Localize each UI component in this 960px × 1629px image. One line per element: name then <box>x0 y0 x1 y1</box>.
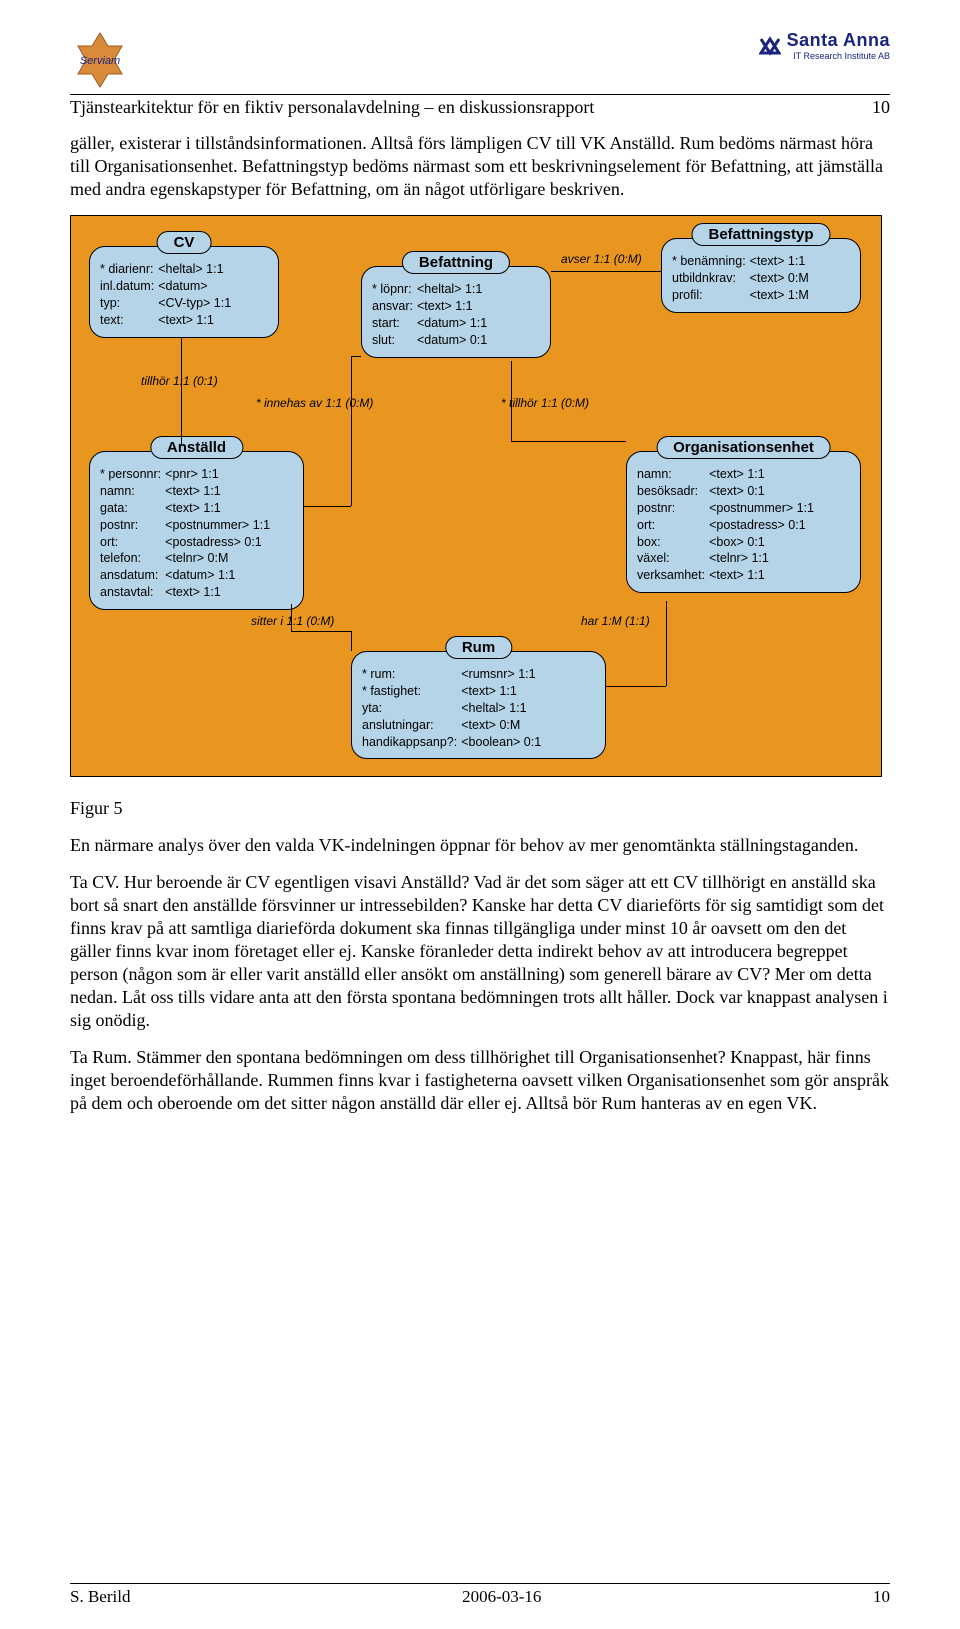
entity-rum-title: Rum <box>445 636 512 659</box>
header-divider <box>70 94 890 95</box>
footer-page: 10 <box>873 1587 890 1607</box>
intro-paragraph: gäller, existerar i tillståndsinformatio… <box>70 132 890 201</box>
figure-label: Figur 5 <box>70 797 890 820</box>
paragraph-3: Ta CV. Hur beroende är CV egentligen vis… <box>70 871 890 1032</box>
serviam-logo-icon: Serviam <box>70 30 130 90</box>
rel-sitter: sitter i 1:1 (0:M) <box>251 614 334 628</box>
rel-avser: avser 1:1 (0:M) <box>561 252 642 266</box>
entity-befattningstyp: Befattningstyp * benämning:<text> 1:1 ut… <box>661 238 861 313</box>
santa-anna-sub: IT Research Institute AB <box>787 51 890 61</box>
entity-organisationsenhet: Organisationsenhet namn:<text> 1:1 besök… <box>626 451 861 593</box>
er-diagram: CV * diarienr:<heltal> 1:1 inl.datum:<da… <box>70 215 882 777</box>
entity-befattningstyp-title: Befattningstyp <box>692 223 831 246</box>
rel-har: har 1:M (1:1) <box>581 614 650 628</box>
footer-author: S. Berild <box>70 1587 130 1607</box>
paragraph-2: En närmare analys över den valda VK-inde… <box>70 834 890 857</box>
rel-tillhor-1: tillhör 1:1 (0:1) <box>141 374 218 388</box>
page-title: Tjänstearkitektur för en fiktiv personal… <box>70 97 594 118</box>
header-page-number: 10 <box>872 97 890 118</box>
entity-cv: CV * diarienr:<heltal> 1:1 inl.datum:<da… <box>89 246 279 338</box>
entity-rum: Rum * rum:<rumsnr> 1:1 * fastighet:<text… <box>351 651 606 759</box>
entity-befattning: Befattning * löpnr:<heltal> 1:1 ansvar:<… <box>361 266 551 358</box>
santa-anna-name: Santa Anna <box>787 30 890 51</box>
footer-date: 2006-03-16 <box>462 1587 541 1607</box>
santa-anna-logo: Santa Anna IT Research Institute AB <box>759 30 890 61</box>
rel-tillhor-2: * tillhör 1:1 (0:M) <box>501 396 589 410</box>
rel-innehas: * innehas av 1:1 (0:M) <box>256 396 373 410</box>
santa-anna-icon <box>759 35 781 57</box>
page-footer: S. Berild 2006-03-16 10 <box>70 1583 890 1607</box>
paragraph-4: Ta Rum. Stämmer den spontana bedömningen… <box>70 1046 890 1115</box>
svg-text:Serviam: Serviam <box>80 55 120 67</box>
entity-befattning-title: Befattning <box>402 251 510 274</box>
footer-divider <box>70 1583 890 1584</box>
entity-cv-title: CV <box>157 231 212 254</box>
entity-anstalld: Anställd * personnr:<pnr> 1:1 namn:<text… <box>89 451 304 610</box>
entity-anstalld-title: Anställd <box>150 436 243 459</box>
entity-organisationsenhet-title: Organisationsenhet <box>656 436 831 459</box>
